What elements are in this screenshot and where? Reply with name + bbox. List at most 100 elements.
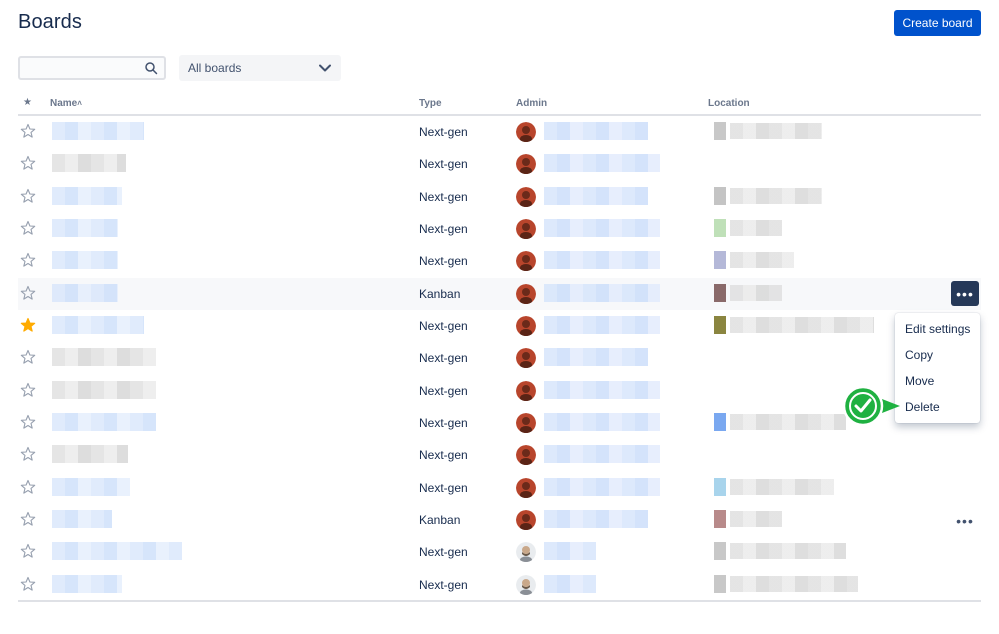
board-name-link[interactable]: [52, 510, 112, 528]
board-name-link[interactable]: [52, 445, 128, 463]
admin-name: [544, 348, 648, 366]
board-name-link[interactable]: [52, 478, 130, 496]
search-input[interactable]: [20, 58, 140, 78]
star-icon[interactable]: [20, 252, 36, 268]
table-row[interactable]: Next-gen: [18, 245, 981, 277]
location-link[interactable]: [730, 220, 782, 236]
admin-name: [544, 478, 660, 496]
page-title: Boards: [18, 11, 82, 33]
star-icon[interactable]: [20, 382, 36, 398]
location-link[interactable]: [730, 285, 782, 301]
avatar: [516, 251, 536, 271]
more-actions-button[interactable]: •••: [951, 281, 979, 306]
name-column-header[interactable]: Name˄: [50, 98, 82, 109]
admin-name: [544, 413, 660, 431]
board-name-link[interactable]: [52, 348, 156, 366]
star-icon[interactable]: [20, 188, 36, 204]
board-name-link[interactable]: [52, 413, 156, 431]
menu-item-delete[interactable]: Delete: [895, 394, 980, 420]
location-link[interactable]: [730, 252, 794, 268]
table-row[interactable]: Kanban: [18, 278, 981, 310]
more-actions-button[interactable]: •••: [951, 508, 979, 533]
board-actions-menu: Edit settings Copy Move Delete: [895, 313, 980, 423]
board-name-link[interactable]: [52, 219, 118, 237]
table-row[interactable]: Kanban: [18, 504, 981, 536]
admin-name: [544, 122, 648, 140]
star-icon[interactable]: [20, 414, 36, 430]
table-row[interactable]: Next-gen: [18, 213, 981, 245]
star-icon[interactable]: [20, 285, 36, 301]
admin-name: [544, 154, 660, 172]
avatar: [516, 478, 536, 498]
avatar: [516, 219, 536, 239]
star-icon[interactable]: [20, 349, 36, 365]
avatar: [516, 122, 536, 142]
board-name-link[interactable]: [52, 251, 118, 269]
admin-name: [544, 510, 648, 528]
admin-name: [544, 381, 660, 399]
avatar: [516, 284, 536, 304]
location-avatar: [714, 122, 726, 140]
table-row[interactable]: Next-gen: [18, 375, 981, 407]
table-row[interactable]: Next-gen: [18, 116, 981, 148]
admin-column-header: Admin: [516, 98, 548, 109]
starred-column-header[interactable]: ★: [23, 97, 32, 108]
menu-item-copy[interactable]: Copy: [895, 342, 980, 368]
location-link[interactable]: [730, 317, 874, 333]
board-type: Next-gen: [419, 125, 468, 139]
table-row[interactable]: Next-gen: [18, 181, 981, 213]
location-column-header: Location: [708, 98, 750, 109]
table-row[interactable]: Next-gen: [18, 439, 981, 471]
star-icon[interactable]: [20, 446, 36, 462]
star-icon[interactable]: [20, 576, 36, 592]
star-icon[interactable]: [20, 543, 36, 559]
board-name-link[interactable]: [52, 381, 156, 399]
search-field[interactable]: [18, 56, 166, 80]
board-type: Kanban: [419, 513, 461, 527]
star-icon[interactable]: [20, 220, 36, 236]
star-icon[interactable]: [20, 511, 36, 527]
table-row[interactable]: Next-gen: [18, 342, 981, 374]
board-filter-select[interactable]: All boards: [179, 55, 341, 81]
star-icon[interactable]: [20, 123, 36, 139]
location-link[interactable]: [730, 123, 822, 139]
star-icon[interactable]: [20, 479, 36, 495]
avatar: [516, 413, 536, 433]
table-row[interactable]: Next-gen: [18, 536, 981, 568]
board-name-link[interactable]: [52, 316, 144, 334]
board-type: Next-gen: [419, 351, 468, 365]
location-link[interactable]: [730, 414, 846, 430]
board-type: Next-gen: [419, 481, 468, 495]
location-avatar: [714, 575, 726, 593]
location-link[interactable]: [730, 543, 846, 559]
admin-name: [544, 575, 596, 593]
board-name-link[interactable]: [52, 542, 182, 560]
board-name-link[interactable]: [52, 187, 122, 205]
board-name-link[interactable]: [52, 575, 122, 593]
menu-item-move[interactable]: Move: [895, 368, 980, 394]
location-link[interactable]: [730, 511, 782, 527]
star-icon[interactable]: [20, 155, 36, 171]
table-bottom-divider: [18, 600, 981, 602]
location-link[interactable]: [730, 188, 822, 204]
board-name-link[interactable]: [52, 284, 118, 302]
avatar: [516, 445, 536, 465]
create-board-button[interactable]: Create board: [894, 10, 981, 36]
star-icon[interactable]: [20, 317, 36, 333]
board-name-link[interactable]: [52, 122, 144, 140]
table-row[interactable]: Next-gen: [18, 148, 981, 180]
table-row[interactable]: Next-gen: [18, 472, 981, 504]
menu-item-edit-settings[interactable]: Edit settings: [895, 316, 980, 342]
avatar: [516, 381, 536, 401]
location-link[interactable]: [730, 479, 834, 495]
board-name-link[interactable]: [52, 154, 126, 172]
table-row[interactable]: Next-gen: [18, 310, 981, 342]
admin-name: [544, 542, 596, 560]
location-avatar: [714, 478, 726, 496]
board-type: Next-gen: [419, 190, 468, 204]
table-row[interactable]: Next-gen: [18, 407, 981, 439]
location-avatar: [714, 542, 726, 560]
location-link[interactable]: [730, 576, 858, 592]
table-row[interactable]: Next-gen: [18, 569, 981, 601]
avatar: [516, 542, 536, 562]
